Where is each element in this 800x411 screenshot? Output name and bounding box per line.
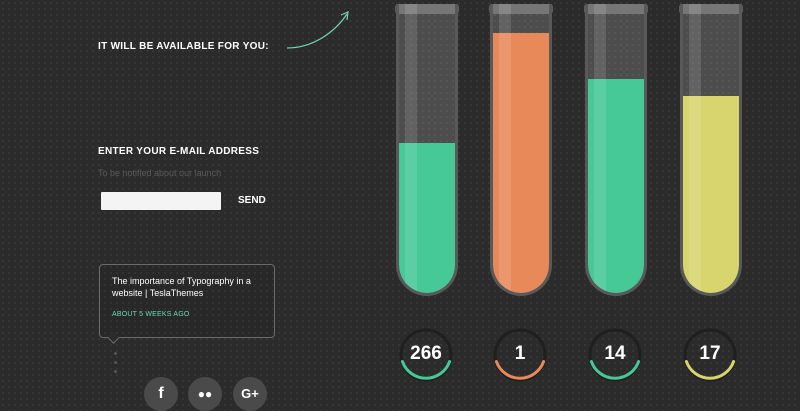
- availability-heading: IT WILL BE AVAILABLE FOR YOU:: [98, 41, 269, 52]
- flickr-icon[interactable]: ●●: [188, 377, 222, 411]
- tube-shine: [689, 4, 701, 293]
- facebook-icon[interactable]: f: [144, 377, 178, 411]
- tube-shine: [594, 4, 606, 293]
- connector-dot: [114, 352, 117, 355]
- tweet-link[interactable]: The importance of Typography in a websit…: [112, 275, 262, 299]
- tube-shine: [405, 4, 417, 293]
- email-heading: ENTER YOUR E-MAIL ADDRESS: [98, 146, 260, 157]
- test-tube: [680, 4, 742, 296]
- test-tube: [585, 4, 647, 296]
- email-input[interactable]: [101, 192, 221, 210]
- counter-value: 17: [699, 343, 721, 364]
- counter-value: 266: [410, 343, 442, 364]
- google-plus-icon[interactable]: G+: [233, 377, 267, 411]
- counter-value: 14: [604, 343, 626, 364]
- test-tube: [396, 4, 458, 296]
- send-button[interactable]: SEND: [238, 195, 266, 206]
- test-tube: [490, 4, 552, 296]
- tube-shine: [499, 4, 511, 293]
- curved-arrow-icon: [286, 11, 349, 49]
- connector-dot: [114, 370, 117, 373]
- connector-dot: [114, 361, 117, 364]
- email-subtext: To be notified about our launch: [98, 168, 222, 178]
- tweet-timestamp[interactable]: ABOUT 5 WEEKS AGO: [112, 311, 262, 318]
- tweet-box: The importance of Typography in a websit…: [99, 264, 275, 338]
- counter-value: 1: [514, 343, 526, 364]
